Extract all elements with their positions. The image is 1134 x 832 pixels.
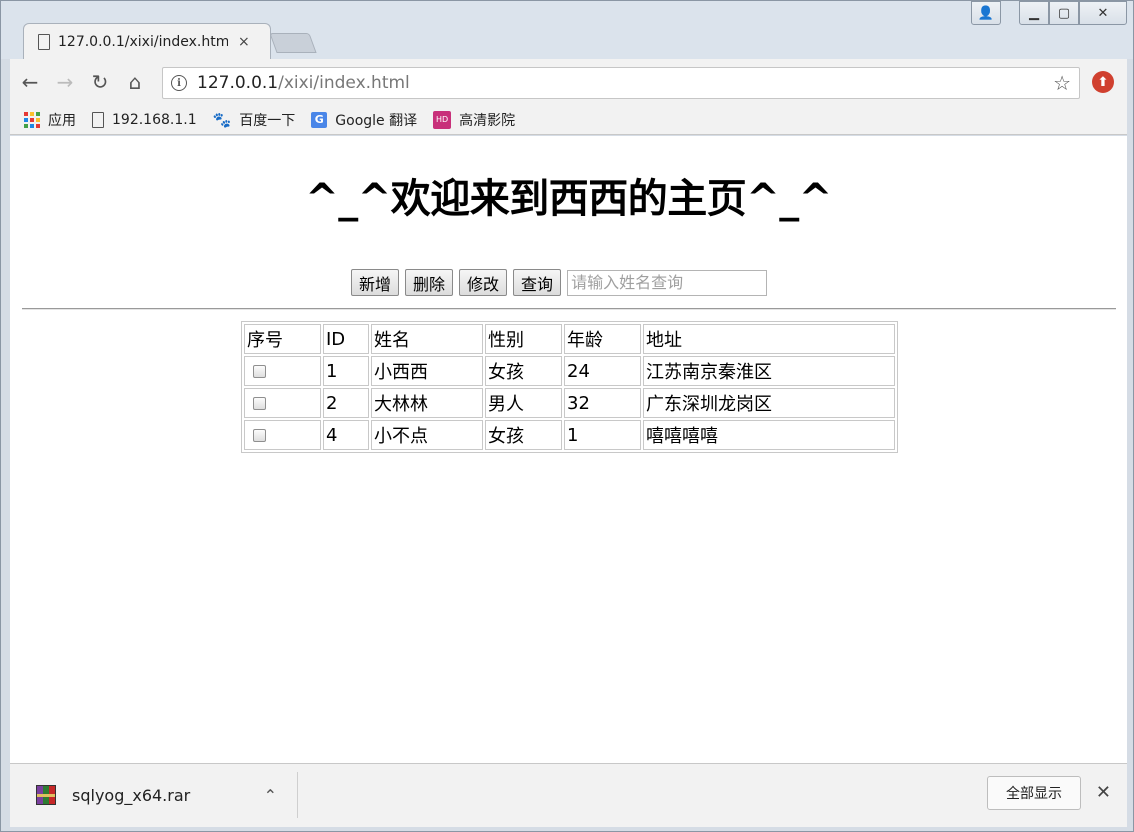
back-arrow-icon: ← <box>21 70 39 94</box>
download-item[interactable]: sqlyog_x64.rar ⌃ <box>10 772 298 818</box>
page-icon <box>38 33 50 50</box>
url-host: 127.0.0.1 <box>197 73 279 93</box>
cell-id: 2 <box>323 388 369 418</box>
search-input[interactable] <box>567 269 768 296</box>
bookmark-apps[interactable]: 应用 <box>24 110 76 130</box>
title-bar: 👤 ▁ ▢ ✕ 127.0.0.1/xixi/index.htm × <box>1 1 1133 59</box>
row-checkbox[interactable] <box>253 429 266 442</box>
tab-close-button[interactable]: × <box>238 34 250 50</box>
bookmark-label: 应用 <box>48 112 76 129</box>
col-header-age: 年龄 <box>564 324 641 354</box>
maximize-icon: ▢ <box>1057 5 1071 21</box>
info-icon[interactable]: i <box>171 75 187 91</box>
page-icon <box>92 111 104 128</box>
col-header-address: 地址 <box>643 324 895 354</box>
bookmark-router[interactable]: 192.168.1.1 <box>92 111 197 128</box>
home-button[interactable]: ⌂ <box>120 67 150 97</box>
divider <box>22 308 1116 310</box>
close-icon: ✕ <box>1097 5 1109 21</box>
user-icon: 👤 <box>977 5 995 21</box>
address-bar[interactable]: i 127.0.0.1/xixi/index.html ☆ <box>162 67 1080 99</box>
hd-cinema-icon: HD <box>433 110 452 129</box>
page-viewport: ^_^欢迎来到西西的主页^_^ 新增 删除 修改 查询 序号 ID 姓名 性别 … <box>10 136 1127 763</box>
close-window-button[interactable]: ✕ <box>1079 1 1127 25</box>
download-file-name: sqlyog_x64.rar <box>72 785 191 805</box>
rar-archive-icon <box>36 785 56 805</box>
cell-age: 1 <box>564 420 641 450</box>
data-table: 序号 ID 姓名 性别 年龄 地址 1 小西西 女孩 24 江苏南京秦淮区 2 … <box>241 321 898 453</box>
window-controls: 👤 ▁ ▢ ✕ <box>971 1 1127 25</box>
cell-age: 24 <box>564 356 641 386</box>
minimize-icon: ▁ <box>1029 5 1039 21</box>
query-button[interactable]: 查询 <box>513 269 562 296</box>
extension-icon[interactable]: ⬆ <box>1092 71 1114 93</box>
browser-toolbar: ← → ↻ ⌂ i 127.0.0.1/xixi/index.html ☆ ⬆ <box>10 59 1127 105</box>
cell-name: 小不点 <box>371 420 483 450</box>
cell-address: 嘻嘻嘻嘻 <box>643 420 895 450</box>
show-all-downloads-button[interactable]: 全部显示 <box>987 776 1081 810</box>
row-select-cell <box>244 356 321 386</box>
row-select-cell <box>244 420 321 450</box>
cell-name: 大林林 <box>371 388 483 418</box>
tab-title: 127.0.0.1/xixi/index.htm <box>58 33 228 50</box>
cell-id: 4 <box>323 420 369 450</box>
cell-address: 广东深圳龙岗区 <box>643 388 895 418</box>
user-profile-button[interactable]: 👤 <box>971 1 1001 25</box>
row-select-cell <box>244 388 321 418</box>
baidu-paw-icon: 🐾 <box>212 110 232 129</box>
row-checkbox[interactable] <box>253 397 266 410</box>
add-button[interactable]: 新增 <box>351 269 400 296</box>
close-download-bar-button[interactable]: ✕ <box>1096 782 1111 803</box>
forward-arrow-icon: → <box>56 70 74 94</box>
col-header-id: ID <box>323 324 369 354</box>
edit-button[interactable]: 修改 <box>459 269 508 296</box>
download-bar: sqlyog_x64.rar ⌃ 全部显示 ✕ <box>10 763 1127 827</box>
col-header-seq: 序号 <box>244 324 321 354</box>
bookmark-star-icon[interactable]: ☆ <box>1053 71 1071 95</box>
chevron-up-icon[interactable]: ⌃ <box>264 786 277 805</box>
bookmark-label: 192.168.1.1 <box>112 111 197 128</box>
browser-window: 👤 ▁ ▢ ✕ 127.0.0.1/xixi/index.htm × ← → ↻… <box>0 0 1134 832</box>
home-icon: ⌂ <box>128 70 142 94</box>
bookmarks-bar: 应用 192.168.1.1 🐾 百度一下 G Google 翻译 HD 高清影… <box>10 105 1127 135</box>
cell-gender: 男人 <box>485 388 562 418</box>
reload-icon: ↻ <box>91 70 109 94</box>
cell-address: 江苏南京秦淮区 <box>643 356 895 386</box>
bookmark-label: 高清影院 <box>459 112 516 129</box>
bookmark-google-translate[interactable]: G Google 翻译 <box>311 110 417 130</box>
action-bar: 新增 删除 修改 查询 <box>351 269 768 296</box>
row-checkbox[interactable] <box>253 365 266 378</box>
bookmark-label: Google 翻译 <box>335 112 418 129</box>
minimize-button[interactable]: ▁ <box>1019 1 1049 25</box>
reload-button[interactable]: ↻ <box>85 67 115 97</box>
table-row: 4 小不点 女孩 1 嘻嘻嘻嘻 <box>244 420 895 450</box>
back-button[interactable]: ← <box>15 67 45 97</box>
table-row: 2 大林林 男人 32 广东深圳龙岗区 <box>244 388 895 418</box>
forward-button[interactable]: → <box>50 67 80 97</box>
bookmark-baidu[interactable]: 🐾 百度一下 <box>213 110 296 130</box>
cell-gender: 女孩 <box>485 356 562 386</box>
cell-age: 32 <box>564 388 641 418</box>
cell-id: 1 <box>323 356 369 386</box>
bookmark-label: 百度一下 <box>239 112 296 129</box>
cell-gender: 女孩 <box>485 420 562 450</box>
table-row: 1 小西西 女孩 24 江苏南京秦淮区 <box>244 356 895 386</box>
col-header-name: 姓名 <box>371 324 483 354</box>
col-header-gender: 性别 <box>485 324 562 354</box>
cell-name: 小西西 <box>371 356 483 386</box>
delete-button[interactable]: 删除 <box>405 269 454 296</box>
maximize-button[interactable]: ▢ <box>1049 1 1079 25</box>
tab-active[interactable]: 127.0.0.1/xixi/index.htm × <box>23 23 271 59</box>
bookmark-hd-cinema[interactable]: HD 高清影院 <box>433 110 515 130</box>
url-path: /xixi/index.html <box>278 73 410 93</box>
google-translate-icon: G <box>311 111 328 128</box>
apps-grid-icon <box>24 111 40 128</box>
page-title: ^_^欢迎来到西西的主页^_^ <box>305 176 832 222</box>
url-text: 127.0.0.1/xixi/index.html <box>197 73 410 93</box>
new-tab-button[interactable] <box>269 33 317 53</box>
table-header-row: 序号 ID 姓名 性别 年龄 地址 <box>244 324 895 354</box>
